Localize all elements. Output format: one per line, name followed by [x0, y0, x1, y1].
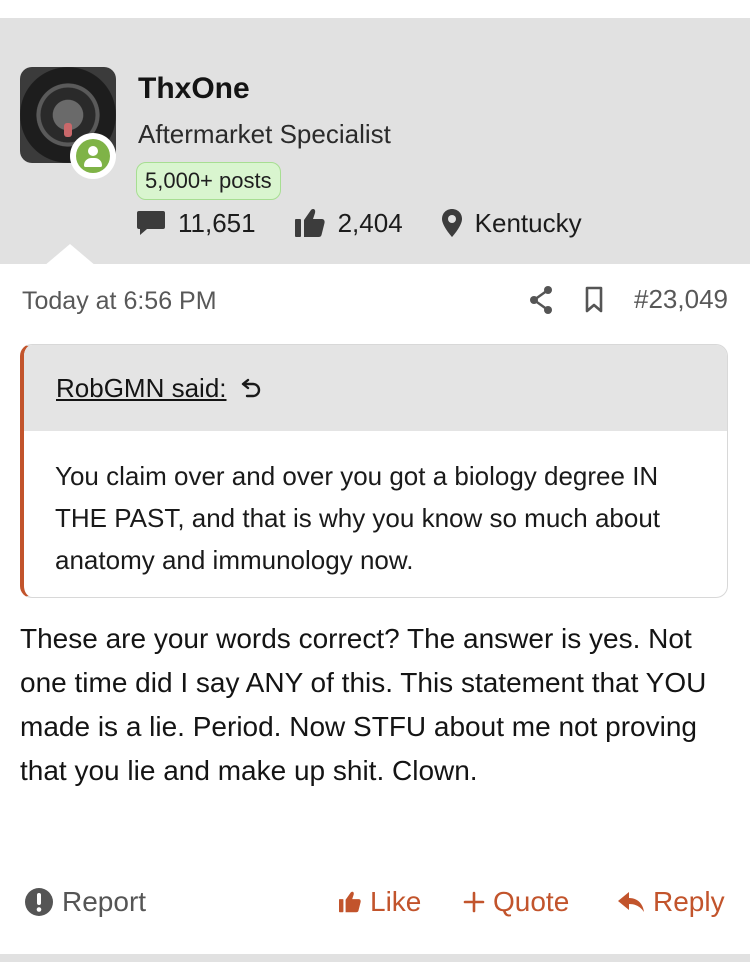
user-title: Aftermarket Specialist [138, 119, 391, 149]
post-body: These are your words correct? The answer… [20, 623, 707, 786]
quote-label: Quote [493, 886, 570, 917]
panel-pointer [44, 244, 96, 266]
reply-label: Reply [653, 886, 725, 917]
report-label: Report [62, 886, 147, 917]
bottom-divider [0, 954, 750, 962]
bookmark-button[interactable] [584, 286, 604, 314]
post-meta-tools: #23,049 [498, 284, 728, 315]
quote-block: RobGMN said: You claim over and over you… [20, 344, 728, 598]
post-actions: Report Like Quote Reply [0, 886, 750, 930]
report-button[interactable]: Report [24, 886, 146, 918]
top-strip [0, 0, 750, 18]
reply-button[interactable]: Reply [617, 886, 725, 918]
post-number[interactable]: #23,049 [634, 284, 728, 315]
jump-to-quote-icon[interactable] [241, 377, 263, 399]
like-button[interactable]: Like [338, 886, 421, 918]
quote-button[interactable]: Quote [463, 886, 569, 918]
posts-badge: 5,000+ posts [136, 162, 281, 200]
post-timestamp[interactable]: Today at 6:56 PM [22, 287, 217, 316]
user-online-icon [70, 133, 116, 179]
quote-author-link[interactable]: RobGMN said: [56, 373, 227, 404]
user-stats: 11,651 2,404 Kentucky [136, 205, 620, 241]
bookmark-icon [585, 286, 603, 312]
location-stat: Kentucky [441, 208, 582, 239]
username[interactable]: ThxOne [138, 72, 250, 106]
location-text: Kentucky [474, 207, 582, 238]
report-icon [25, 888, 53, 916]
like-label: Like [370, 886, 422, 917]
reactions-count: 2,404 [337, 207, 403, 238]
messages-stat: 11,651 [136, 208, 256, 239]
share-button[interactable] [528, 285, 554, 315]
messages-count: 11,651 [178, 207, 256, 238]
quote-header: RobGMN said: [24, 345, 727, 431]
location-pin-icon [441, 209, 462, 237]
quote-text: You claim over and over you got a biolog… [55, 461, 661, 575]
thumbs-up-icon [294, 209, 325, 237]
thumbs-up-icon [339, 891, 361, 913]
share-icon [530, 285, 553, 314]
reactions-stat: 2,404 [294, 208, 403, 239]
reply-icon [618, 892, 644, 912]
plus-icon [463, 891, 485, 913]
comment-icon [137, 211, 165, 235]
